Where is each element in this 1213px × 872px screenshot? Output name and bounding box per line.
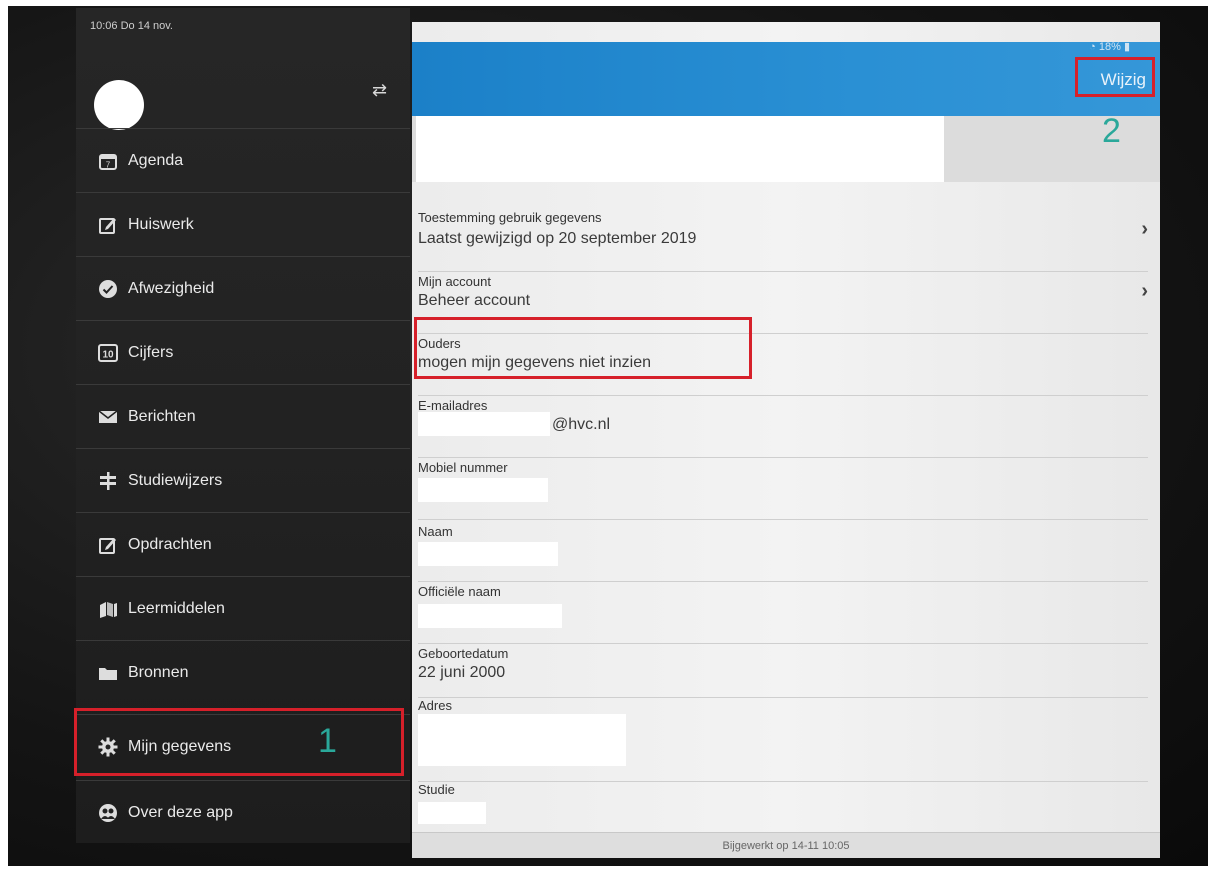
highlight-box-mijn-gegevens [74,708,404,776]
info-people-icon [98,803,118,823]
field-value: Laatst gewijzigd op 20 september 2019 [418,230,697,247]
name-header-bar: 2 [412,112,1160,182]
field-value: 22 juni 2000 [418,664,506,681]
svg-text:7: 7 [106,160,111,169]
sidebar-item-label: Studiewijzers [128,471,223,489]
list-item-address: Adres [418,698,1148,782]
redacted-value [418,412,550,436]
sidebar-item-label: Opdrachten [128,535,212,553]
list-item-email: E-mailadres @hvc.nl [418,396,1148,458]
wifi-icon: ◔ [1089,41,1096,53]
calendar-icon: 7 [98,151,118,171]
sidebar-item-opdrachten[interactable]: Opdrachten [76,512,410,576]
field-value: Beheer account [418,292,531,309]
field-label: Mobiel nummer [418,460,508,475]
status-time-date: 10:06 Do 14 nov. [90,20,173,32]
highlight-box-ouders [414,317,752,379]
swap-arrows-icon[interactable]: ⇄ [372,80,387,101]
sidebar-item-label: Afwezigheid [128,279,215,297]
list-item-official-name: Officiële naam [418,582,1148,644]
sidebar-item-label: Over deze app [128,803,233,821]
edit-icon [98,535,118,555]
sidebar-item-huiswerk[interactable]: Huiswerk [76,192,410,256]
chevron-right-icon: › [1141,280,1148,302]
battery-icon: ▮ [1123,41,1130,53]
redacted-value [418,478,548,502]
redacted-value [418,542,558,566]
sidebar-item-bronnen[interactable]: Bronnen [76,640,410,704]
signpost-icon [98,471,118,491]
redacted-value [418,802,486,824]
sidebar-item-cijfers[interactable]: 10 Cijfers [76,320,410,384]
sidebar-item-over-deze-app[interactable]: Over deze app [76,780,410,844]
sidebar-item-berichten[interactable]: Berichten [76,384,410,448]
annotation-marker-2: 2 [1102,112,1121,150]
status-battery: ◔ 18% ▮ [1089,41,1130,53]
edit-icon [98,215,118,235]
sidebar-item-label: Berichten [128,407,196,425]
sidebar-item-label: Leermiddelen [128,599,225,617]
sidebar-item-label: Agenda [128,151,184,169]
field-label: Officiële naam [418,584,501,599]
sidebar-item-label: Bronnen [128,663,189,681]
redacted-name [416,116,944,182]
field-label: Naam [418,524,453,539]
field-label: Studie [418,782,455,797]
highlight-box-wijzig [1075,57,1155,97]
annotation-marker-1: 1 [318,722,337,760]
list-item-mobile: Mobiel nummer [418,458,1148,520]
check-circle-icon [98,279,118,299]
field-label: E-mailadres [418,398,488,413]
books-icon [98,599,118,619]
redacted-value [418,604,562,628]
chevron-right-icon: › [1141,218,1148,240]
sidebar-item-label: Huiswerk [128,215,194,233]
main-panel: ◔ 18% ▮ Wijzig 2 Toestemming gebruik geg… [412,22,1160,858]
redacted-value [418,714,626,766]
list-item-study: Studie [418,782,1148,832]
sidebar-item-studiewijzers[interactable]: Studiewijzers [76,448,410,512]
field-value: @hvc.nl [552,416,611,433]
field-label: Adres [418,698,452,713]
sidebar-item-label: Cijfers [128,343,174,361]
sidebar-item-afwezigheid[interactable]: Afwezigheid [76,256,410,320]
field-label: Mijn account [418,274,491,289]
avatar[interactable] [94,80,144,130]
field-label: Toestemming gebruik gegevens [418,210,602,225]
sidebar-item-leermiddelen[interactable]: Leermiddelen [76,576,410,640]
envelope-icon [98,407,118,427]
field-label: Geboortedatum [418,646,509,661]
svg-text:10: 10 [102,349,114,360]
last-updated-footer: Bijgewerkt op 14-11 10:05 [412,832,1160,858]
grade-10-icon: 10 [98,343,118,363]
list-item-birthdate: Geboortedatum 22 juni 2000 [418,644,1148,698]
sidebar-item-agenda[interactable]: 7 Agenda [76,128,410,192]
list-item-name: Naam [418,520,1148,582]
folder-icon [98,663,118,683]
list-item-consent[interactable]: Toestemming gebruik gegevens Laatst gewi… [418,210,1148,272]
